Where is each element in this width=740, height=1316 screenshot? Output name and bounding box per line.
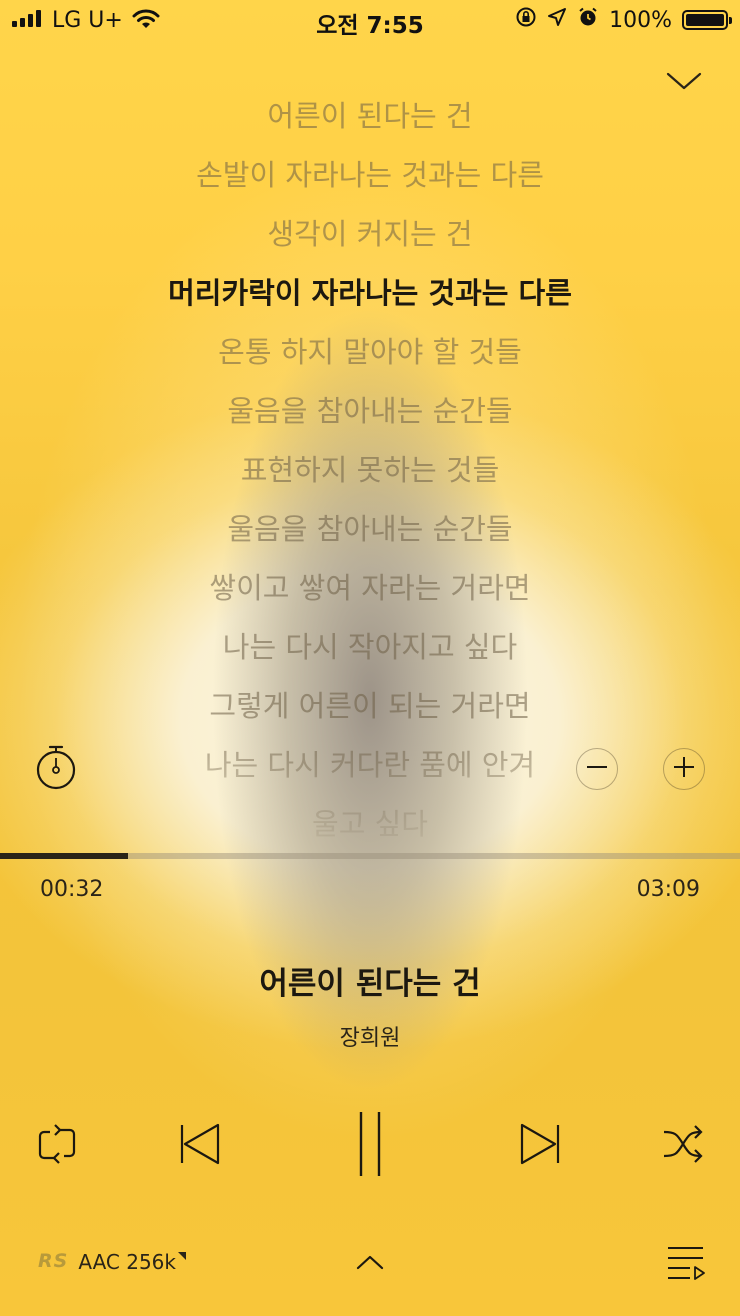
battery-percentage: 100% bbox=[609, 7, 672, 33]
elapsed-time: 00:32 bbox=[40, 877, 104, 902]
audio-quality-label: AAC 256k bbox=[78, 1250, 176, 1274]
pause-icon bbox=[348, 1109, 392, 1183]
next-track-button[interactable] bbox=[510, 1118, 570, 1174]
location-arrow-icon bbox=[547, 7, 567, 33]
artist-name[interactable]: 장희원 bbox=[0, 1020, 740, 1052]
skip-next-icon bbox=[518, 1122, 562, 1170]
lyric-line[interactable]: 나는 다시 커다란 품에 안겨 bbox=[0, 745, 740, 785]
playlist-button[interactable] bbox=[665, 1244, 707, 1282]
sleep-timer-button[interactable] bbox=[34, 744, 78, 792]
plus-icon bbox=[672, 755, 696, 783]
lyric-line[interactable]: 어른이 된다는 건 bbox=[0, 96, 740, 136]
stopwatch-icon bbox=[34, 745, 78, 796]
audio-quality-button[interactable]: RS AAC 256k bbox=[38, 1250, 186, 1274]
expand-info-button[interactable] bbox=[350, 1248, 390, 1278]
repeat-button[interactable] bbox=[27, 1118, 87, 1174]
alarm-icon bbox=[577, 6, 599, 34]
total-duration: 03:09 bbox=[636, 877, 700, 902]
lyric-line[interactable]: 표현하지 못하는 것들 bbox=[0, 450, 740, 490]
shuffle-button[interactable] bbox=[653, 1118, 713, 1174]
lyric-line[interactable]: 손발이 자라나는 것과는 다른 bbox=[0, 155, 740, 195]
lyrics-panel[interactable]: 어른이 된다는 건손발이 자라나는 것과는 다른생각이 커지는 건머리카락이 자… bbox=[0, 86, 740, 846]
orientation-lock-icon bbox=[515, 6, 537, 34]
chevron-up-icon bbox=[350, 1255, 390, 1282]
skip-previous-icon bbox=[178, 1122, 222, 1170]
lyric-line[interactable]: 울음을 참아내는 순간들 bbox=[0, 391, 740, 431]
lyric-line[interactable]: 쌓이고 쌓여 자라는 거라면 bbox=[0, 568, 740, 608]
song-title: 어른이 된다는 건 bbox=[259, 966, 481, 1002]
font-size-increase-button[interactable] bbox=[663, 748, 705, 790]
lyric-line[interactable]: 그렇게 어른이 되는 거라면 bbox=[0, 686, 740, 726]
lyric-line[interactable]: 온통 하지 말아야 할 것들 bbox=[0, 332, 740, 372]
status-right-group: 100% bbox=[515, 6, 732, 34]
repeat-icon bbox=[36, 1122, 78, 1170]
status-bar: LG U+ 오전 7:55 100% bbox=[0, 0, 740, 40]
lyric-line[interactable]: 울음을 참아내는 순간들 bbox=[0, 509, 740, 549]
progress-bar-fill bbox=[0, 853, 129, 859]
shuffle-icon bbox=[661, 1122, 705, 1170]
previous-track-button[interactable] bbox=[170, 1118, 230, 1174]
battery-icon bbox=[682, 10, 732, 30]
lyric-line[interactable]: 나는 다시 작아지고 싶다 bbox=[0, 627, 740, 667]
lyric-line-current[interactable]: 머리카락이 자라나는 것과는 다른 bbox=[0, 273, 740, 313]
lyric-line[interactable]: 생각이 커지는 건 bbox=[0, 214, 740, 254]
minus-icon bbox=[585, 755, 609, 783]
playlist-icon bbox=[665, 1247, 707, 1286]
lyric-line[interactable]: 울고 싶다 bbox=[0, 804, 740, 844]
corner-triangle-icon bbox=[177, 1252, 186, 1260]
rs-logo: RS bbox=[38, 1250, 69, 1272]
font-size-decrease-button[interactable] bbox=[576, 748, 618, 790]
pause-button[interactable] bbox=[340, 1108, 400, 1184]
